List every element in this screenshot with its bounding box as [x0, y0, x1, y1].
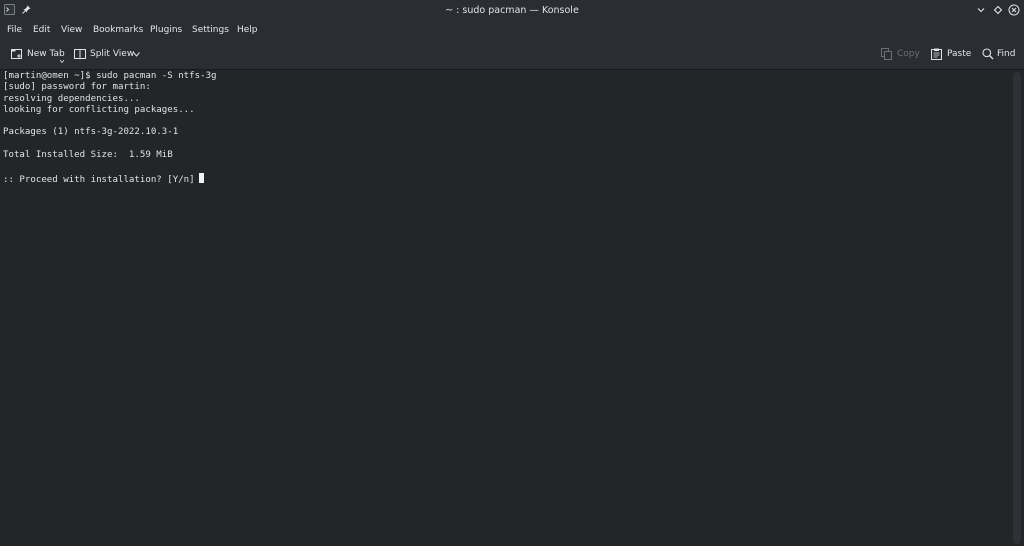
konsole-window: ~ : sudo pacman — Konsole File Edit View… — [0, 0, 1024, 546]
menu-file[interactable]: File — [7, 21, 22, 39]
menu-edit[interactable]: Edit — [33, 21, 50, 39]
terminal-line: [sudo] password for martin: — [3, 82, 151, 93]
split-view-button[interactable]: Split View — [74, 45, 144, 63]
menu-settings[interactable]: Settings — [192, 21, 229, 39]
new-tab-button[interactable]: New Tab — [11, 45, 65, 63]
terminal-line: Packages (1) ntfs-3g-2022.10.3-1 — [3, 127, 179, 138]
main-toolbar: New Tab Split View Copy Paste Find — [0, 39, 1024, 70]
paste-button[interactable]: Paste — [931, 45, 971, 63]
terminal-prompt-line: :: Proceed with installation? [Y/n] — [3, 172, 217, 185]
terminal-output: [martin@omen ~]$ sudo pacman -S ntfs-3g[… — [3, 71, 217, 185]
new-tab-dropdown-icon — [60, 60, 64, 63]
terminal-prompt-text: :: Proceed with installation? [Y/n] — [3, 174, 195, 185]
terminal-line: [martin@omen ~]$ sudo pacman -S ntfs-3g — [3, 71, 217, 81]
terminal-scrollbar[interactable] — [1013, 72, 1021, 544]
menu-bookmarks[interactable]: Bookmarks — [93, 21, 143, 39]
window-title: ~ : sudo pacman — Konsole — [445, 5, 579, 16]
split-view-label: Split View — [90, 49, 135, 59]
menu-help[interactable]: Help — [237, 21, 258, 39]
chevron-down-icon — [133, 52, 140, 57]
search-icon — [982, 48, 994, 60]
find-label: Find — [997, 49, 1016, 59]
copy-button[interactable]: Copy — [881, 45, 920, 63]
menu-view[interactable]: View — [61, 21, 82, 39]
terminal-line: looking for conflicting packages... — [3, 104, 195, 115]
text-cursor — [198, 172, 204, 183]
copy-label: Copy — [897, 49, 920, 59]
copy-icon — [881, 48, 892, 60]
new-tab-icon — [11, 49, 22, 59]
maximize-icon[interactable] — [992, 4, 1004, 16]
paste-label: Paste — [947, 49, 972, 59]
title-bar: ~ : sudo pacman — Konsole — [0, 0, 1024, 21]
terminal-line: resolving dependencies... — [3, 93, 140, 104]
minimize-icon[interactable] — [975, 4, 987, 16]
paste-icon — [931, 48, 942, 60]
terminal-display[interactable]: [martin@omen ~]$ sudo pacman -S ntfs-3g[… — [0, 70, 1012, 546]
menu-plugins[interactable]: Plugins — [150, 21, 182, 39]
menu-bar: File Edit View Bookmarks Plugins Setting… — [0, 21, 1024, 39]
terminal-line: Total Installed Size: 1.59 MiB — [3, 150, 173, 161]
split-view-icon — [74, 49, 86, 59]
find-button[interactable]: Find — [982, 45, 1016, 63]
close-icon[interactable] — [1008, 4, 1020, 16]
